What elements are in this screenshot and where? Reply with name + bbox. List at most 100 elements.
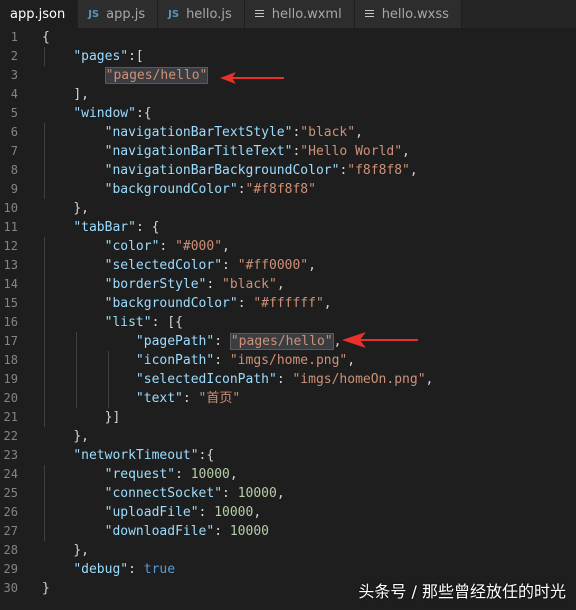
line-number: 9 — [10, 182, 18, 196]
code-line: 22 }, — [0, 427, 576, 446]
line-number: 20 — [3, 391, 18, 405]
code-token: :{ — [198, 448, 215, 463]
code-token: 10000 — [190, 467, 230, 482]
code-token: "pagePath" — [135, 334, 215, 349]
code-line: 25 "connectSocket": 10000, — [0, 484, 576, 503]
code-line: 20 "text": "首页" — [0, 389, 576, 408]
code-token: : — [214, 524, 230, 539]
code-line: 19 "selectedIconPath": "imgs/homeOn.png"… — [0, 370, 576, 389]
code-token: } — [42, 581, 50, 596]
code-token: : [{ — [151, 315, 183, 330]
code-text: "uploadFile": 10000, — [42, 503, 262, 522]
code-token: 10000 — [237, 486, 277, 501]
code-token: "selectedColor" — [104, 258, 223, 273]
code-token: :{ — [135, 106, 152, 121]
code-token: "black" — [222, 277, 277, 292]
code-token: "debug" — [73, 562, 129, 577]
code-token: 10000 — [229, 524, 269, 539]
code-text: "pages/hello" — [42, 66, 209, 85]
annotation-arrow — [220, 72, 284, 84]
line-number: 26 — [3, 505, 18, 519]
line-number: 29 — [3, 562, 18, 576]
code-editor[interactable]: 1{2 "pages":[3 "pages/hello" 4 ], 5 "windo… — [0, 28, 576, 610]
code-token: : — [214, 353, 230, 368]
tab-hello-js[interactable]: JS hello.js — [158, 0, 245, 28]
line-number: 18 — [3, 353, 18, 367]
code-token: , — [347, 353, 356, 368]
lines-icon — [254, 9, 264, 19]
code-line: 29 "debug": true — [0, 560, 576, 579]
code-token: , — [222, 239, 230, 254]
code-token: : — [159, 239, 176, 254]
code-token: : — [198, 505, 215, 520]
code-text: "tabBar": { — [42, 218, 159, 237]
code-token: "downloadFile" — [104, 524, 215, 539]
code-line: 27 "downloadFile": 10000 — [0, 522, 576, 541]
code-line: 12 "color": "#000", — [0, 237, 576, 256]
code-token: : — [175, 467, 191, 482]
code-token: "首页" — [198, 391, 241, 406]
tab-app-js[interactable]: JS app.js — [78, 0, 159, 28]
code-token: :[ — [128, 49, 144, 64]
code-token: "#ffffff" — [253, 296, 324, 311]
code-token: "request" — [104, 467, 176, 482]
code-token: , — [276, 277, 285, 292]
code-token: "navigationBarBackgroundColor" — [104, 163, 340, 178]
code-text: "pages":[ — [42, 47, 144, 66]
code-line: 2 "pages":[ — [0, 47, 576, 66]
code-text: { — [42, 28, 50, 47]
code-token: : — [237, 182, 246, 197]
line-number: 7 — [10, 144, 18, 158]
code-line: 13 "selectedColor": "#ff0000", — [0, 256, 576, 275]
code-token: , — [276, 486, 285, 501]
code-token: "list" — [104, 315, 152, 330]
tab-hello-wxss[interactable]: hello.wxss — [354, 0, 462, 28]
tab-app-json[interactable]: app.json — [0, 0, 79, 28]
watermark: 头条号 / 那些曾经放任的时光 — [358, 582, 566, 601]
line-number: 12 — [3, 239, 18, 253]
tab-hello-wxml[interactable]: hello.wxml — [244, 0, 355, 28]
code-token: , — [425, 372, 434, 387]
code-text: "connectSocket": 10000, — [42, 484, 285, 503]
line-number: 25 — [3, 486, 18, 500]
code-token: "tabBar" — [73, 220, 136, 235]
code-text: "networkTimeout":{ — [42, 446, 214, 465]
line-number: 23 — [3, 448, 18, 462]
code-text: "iconPath": "imgs/home.png", — [42, 351, 355, 370]
line-number: 24 — [3, 467, 18, 481]
line-number: 8 — [10, 163, 18, 177]
code-token: "color" — [104, 239, 160, 254]
code-token: : — [214, 334, 230, 349]
code-text: }] — [42, 408, 121, 427]
code-line: 23 "networkTimeout":{ — [0, 446, 576, 465]
code-token: "backgroundColor" — [104, 182, 238, 197]
code-token: "window" — [73, 106, 136, 121]
code-token: 10000 — [214, 505, 254, 520]
line-number: 30 — [3, 581, 18, 595]
editor-tab-bar: app.json JS app.js JS hello.js hello.wxml hell… — [0, 0, 576, 28]
code-line: 15 "backgroundColor": "#ffffff", — [0, 294, 576, 313]
tab-label: app.json — [10, 6, 66, 22]
code-token: }, — [73, 429, 89, 444]
code-text: "selectedIconPath": "imgs/homeOn.png", — [42, 370, 433, 389]
code-line: 24 "request": 10000, — [0, 465, 576, 484]
code-text: "backgroundColor": "#ffffff", — [42, 294, 332, 313]
code-token: "black" — [300, 125, 356, 140]
code-token: "#000" — [175, 239, 223, 254]
code-token: : — [222, 486, 238, 501]
code-text: "backgroundColor":"#f8f8f8" — [42, 180, 316, 199]
